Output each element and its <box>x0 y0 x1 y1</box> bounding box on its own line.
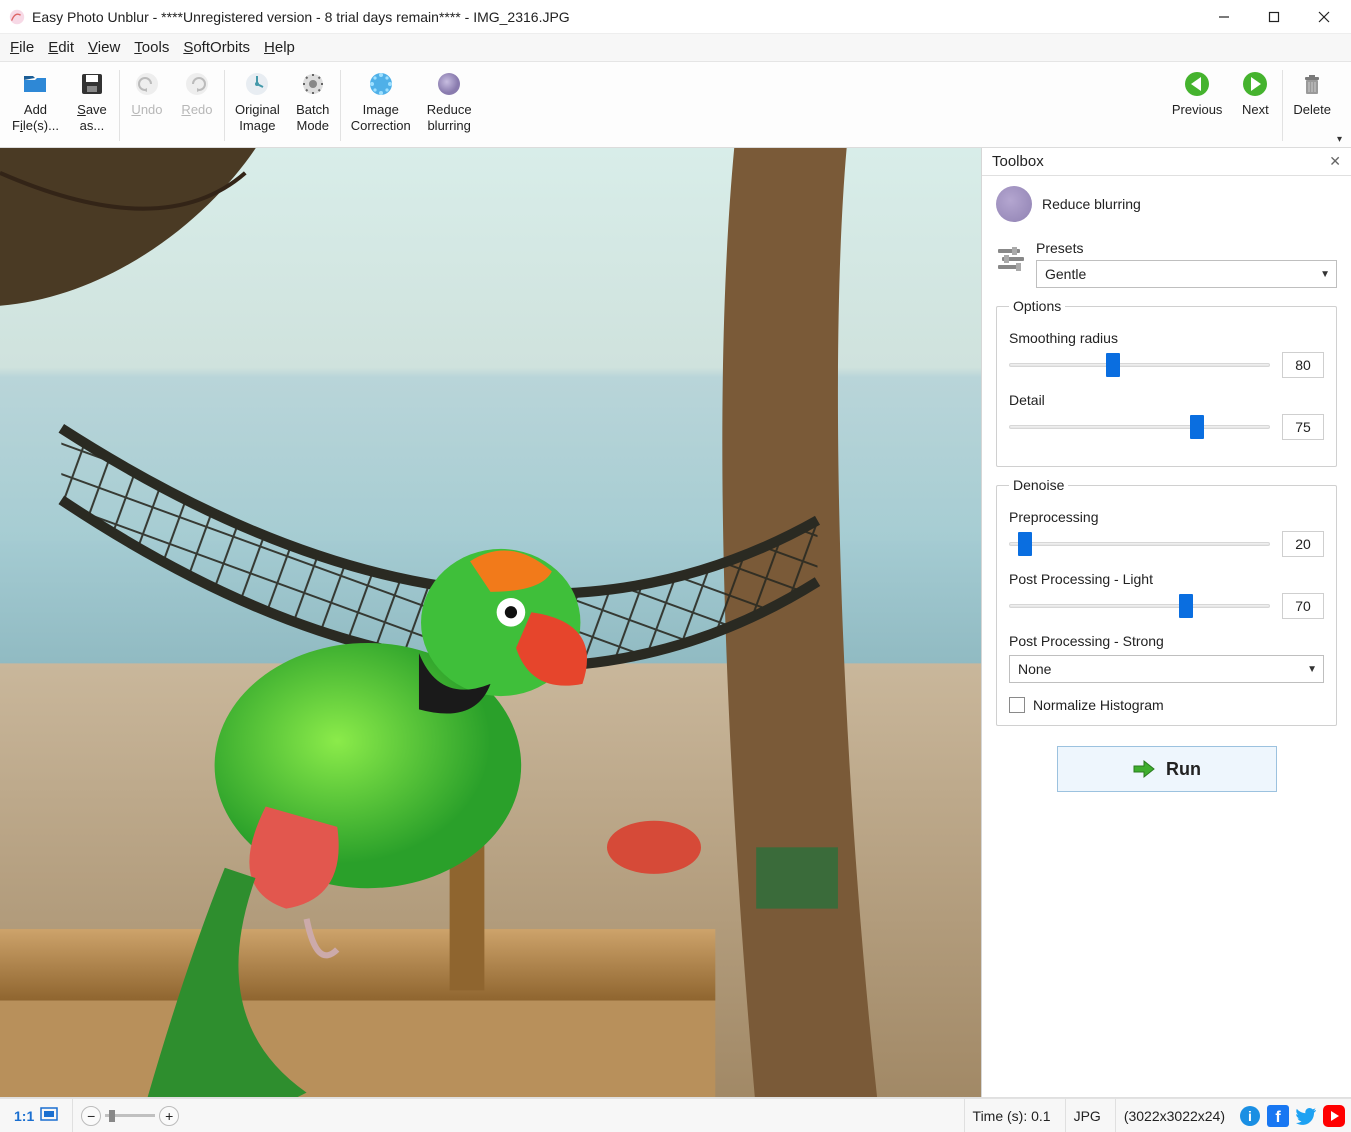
previous-button[interactable]: Previous <box>1166 66 1229 145</box>
reduce-blurring-icon <box>996 186 1032 222</box>
maximize-button[interactable] <box>1249 0 1299 33</box>
next-label: Next <box>1242 102 1269 118</box>
statusbar: 1:1 − + Time (s): 0.1 JPG (3022x3022x24)… <box>0 1098 1351 1132</box>
delete-button[interactable]: Delete <box>1287 66 1337 145</box>
add-files-button[interactable]: AddFile(s)... <box>6 66 65 145</box>
poststrong-select[interactable]: None ▼ <box>1009 655 1324 683</box>
social-icons: i f <box>1239 1105 1345 1127</box>
undo-button[interactable]: Undo <box>124 66 170 145</box>
app-icon <box>8 8 26 26</box>
original-image-button[interactable]: OriginalImage <box>229 66 286 145</box>
poststrong-value: None <box>1018 661 1051 677</box>
detail-value[interactable]: 75 <box>1282 414 1324 440</box>
delete-label: Delete <box>1293 102 1331 118</box>
preprocessing-slider[interactable] <box>1009 536 1270 552</box>
redo-button[interactable]: Redo <box>174 66 220 145</box>
preprocessing-value[interactable]: 20 <box>1282 531 1324 557</box>
svg-text:f: f <box>1275 1109 1281 1126</box>
run-arrow-icon <box>1132 759 1156 779</box>
facebook-icon[interactable]: f <box>1267 1105 1289 1127</box>
normalize-label: Normalize Histogram <box>1033 697 1164 713</box>
run-label: Run <box>1166 759 1201 780</box>
image-correction-label: ImageCorrection <box>351 102 411 135</box>
denoise-fieldset: Denoise Preprocessing 20 Post Processing… <box>996 477 1337 726</box>
menu-softorbits[interactable]: SoftOrbits <box>183 39 250 56</box>
toolbox-header: Toolbox ✕ <box>982 148 1351 176</box>
toolbar: AddFile(s)... Saveas... Undo Redo Origin… <box>0 62 1351 148</box>
main-area: Toolbox ✕ Reduce blurring Presets Gentle… <box>0 148 1351 1098</box>
batch-mode-label: BatchMode <box>296 102 329 135</box>
save-as-button[interactable]: Saveas... <box>69 66 115 145</box>
smoothing-label: Smoothing radius <box>1009 330 1324 346</box>
window-controls <box>1199 0 1349 33</box>
presets-label: Presets <box>1036 240 1337 256</box>
postlight-value[interactable]: 70 <box>1282 593 1324 619</box>
youtube-icon[interactable] <box>1323 1105 1345 1127</box>
detail-label: Detail <box>1009 392 1324 408</box>
toolbox-title: Toolbox <box>992 153 1044 170</box>
image-correction-button[interactable]: ImageCorrection <box>345 66 417 145</box>
postlight-slider[interactable] <box>1009 598 1270 614</box>
menu-view[interactable]: View <box>88 39 120 56</box>
menu-file[interactable]: File <box>10 39 34 56</box>
denoise-legend: Denoise <box>1009 477 1068 493</box>
toolbox-close-icon[interactable]: ✕ <box>1329 153 1341 170</box>
presets-icon <box>996 245 1026 275</box>
next-button[interactable]: Next <box>1232 66 1278 145</box>
original-image-label: OriginalImage <box>235 102 280 135</box>
zoom-out-button[interactable]: − <box>81 1106 101 1126</box>
save-as-label: Saveas... <box>77 102 107 135</box>
presets-select[interactable]: Gentle ▼ <box>1036 260 1337 288</box>
minimize-button[interactable] <box>1199 0 1249 33</box>
toolbar-overflow-icon[interactable]: ▾ <box>1337 134 1345 145</box>
normalize-histogram-checkbox[interactable]: Normalize Histogram <box>1009 697 1324 713</box>
image-canvas[interactable] <box>0 148 981 1097</box>
undo-label: Undo <box>131 102 162 118</box>
reduce-blurring-button[interactable]: Reduceblurring <box>421 66 478 145</box>
smoothing-value[interactable]: 80 <box>1282 352 1324 378</box>
toolbox-panel: Toolbox ✕ Reduce blurring Presets Gentle… <box>981 148 1351 1097</box>
svg-text:i: i <box>1248 1108 1252 1124</box>
options-legend: Options <box>1009 298 1065 314</box>
window-title: Easy Photo Unblur - ****Unregistered ver… <box>32 9 1199 25</box>
toolbox-section-title: Reduce blurring <box>1042 196 1141 212</box>
close-button[interactable] <box>1299 0 1349 33</box>
status-dimensions: (3022x3022x24) <box>1115 1099 1233 1132</box>
poststrong-label: Post Processing - Strong <box>1009 633 1324 649</box>
options-fieldset: Options Smoothing radius 80 Detail 75 <box>996 298 1337 467</box>
zoom-in-button[interactable]: + <box>159 1106 179 1126</box>
batch-mode-button[interactable]: BatchMode <box>290 66 336 145</box>
run-button[interactable]: Run <box>1057 746 1277 792</box>
status-format: JPG <box>1065 1099 1109 1132</box>
checkbox-icon <box>1009 697 1025 713</box>
zoom-1to1-label[interactable]: 1:1 <box>14 1108 34 1124</box>
info-icon[interactable]: i <box>1239 1105 1261 1127</box>
zoom-slider[interactable] <box>105 1114 155 1117</box>
status-time: Time (s): 0.1 <box>964 1099 1059 1132</box>
preprocessing-label: Preprocessing <box>1009 509 1324 525</box>
previous-label: Previous <box>1172 102 1223 118</box>
menu-edit[interactable]: Edit <box>48 39 74 56</box>
titlebar: Easy Photo Unblur - ****Unregistered ver… <box>0 0 1351 34</box>
menubar: File Edit View Tools SoftOrbits Help <box>0 34 1351 62</box>
menu-help[interactable]: Help <box>264 39 295 56</box>
add-files-label: AddFile(s)... <box>12 102 59 135</box>
chevron-down-icon: ▼ <box>1320 269 1330 280</box>
reduce-blurring-label: Reduceblurring <box>427 102 472 135</box>
twitter-icon[interactable] <box>1295 1105 1317 1127</box>
fit-icon[interactable] <box>40 1107 58 1124</box>
menu-tools[interactable]: Tools <box>134 39 169 56</box>
zoom-control[interactable]: − + <box>81 1106 179 1126</box>
presets-value: Gentle <box>1045 266 1086 282</box>
smoothing-slider[interactable] <box>1009 357 1270 373</box>
postlight-label: Post Processing - Light <box>1009 571 1324 587</box>
detail-slider[interactable] <box>1009 419 1270 435</box>
chevron-down-icon: ▼ <box>1307 664 1317 675</box>
redo-label: Redo <box>181 102 212 118</box>
